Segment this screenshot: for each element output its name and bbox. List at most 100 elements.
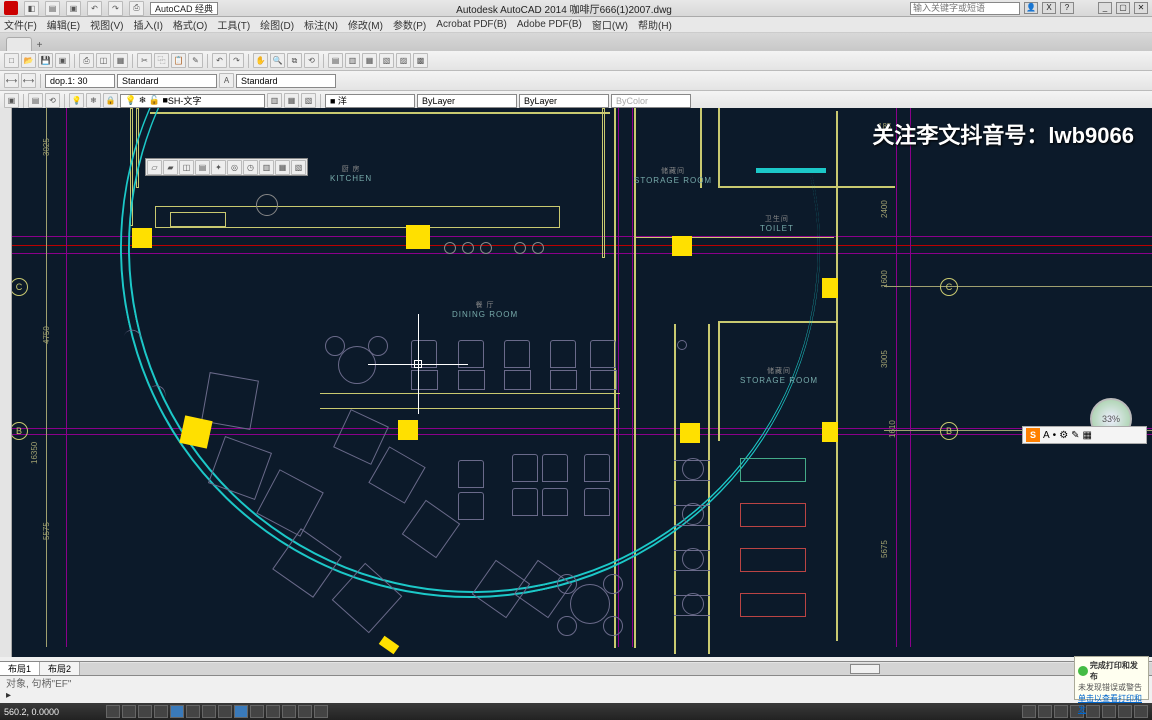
- file-tab-active[interactable]: [6, 37, 32, 51]
- menu-insert[interactable]: 插入(I): [133, 17, 162, 32]
- zoom-rt-icon[interactable]: 🔍: [270, 53, 285, 68]
- anno-toggle[interactable]: [1054, 705, 1068, 718]
- maximize-button[interactable]: ▢: [1116, 2, 1130, 14]
- menu-adobe[interactable]: Adobe PDF(B): [517, 19, 582, 30]
- qcalc-icon[interactable]: ▩: [413, 53, 428, 68]
- ime-btn[interactable]: ▦: [1083, 430, 1092, 441]
- qat-open-icon[interactable]: ▤: [45, 1, 60, 16]
- menu-acrobat[interactable]: Acrobat PDF(B): [436, 19, 507, 30]
- 3dosnap-toggle[interactable]: [186, 705, 200, 718]
- layer-un-icon[interactable]: ▧: [301, 93, 316, 108]
- dyn-toggle[interactable]: [234, 705, 248, 718]
- minimize-button[interactable]: _: [1098, 2, 1112, 14]
- menu-tools[interactable]: 工具(T): [217, 17, 250, 32]
- layer-o3-icon[interactable]: 🔒: [103, 93, 118, 108]
- qat-redo-icon[interactable]: ↷: [108, 1, 123, 16]
- am-toggle[interactable]: [314, 705, 328, 718]
- h-scrollbar[interactable]: [80, 663, 1152, 675]
- signin-icon[interactable]: 👤: [1024, 2, 1038, 14]
- id-icon[interactable]: ✦: [211, 160, 226, 175]
- lwt-toggle[interactable]: [250, 705, 264, 718]
- exchange-icon[interactable]: X: [1042, 2, 1056, 14]
- setvar-icon[interactable]: ▦: [275, 160, 290, 175]
- new-icon[interactable]: □: [4, 53, 19, 68]
- layout-tab[interactable]: 布局2: [40, 662, 80, 675]
- ssm-icon[interactable]: ▧: [379, 53, 394, 68]
- layer-iso-icon[interactable]: ▦: [284, 93, 299, 108]
- acrobat-icon[interactable]: ▣: [4, 93, 19, 108]
- menu-draw[interactable]: 绘图(D): [260, 17, 294, 32]
- command-prompt[interactable]: ▸: [6, 690, 1146, 701]
- saveas-icon[interactable]: ▣: [55, 53, 70, 68]
- publish-icon[interactable]: ▦: [113, 53, 128, 68]
- command-line[interactable]: 对象, 句柄"EF" ▸: [0, 675, 1152, 703]
- help-search-input[interactable]: [910, 2, 1020, 15]
- save-icon[interactable]: 💾: [38, 53, 53, 68]
- menu-view[interactable]: 视图(V): [90, 17, 123, 32]
- menu-modify[interactable]: 修改(M): [348, 17, 383, 32]
- menu-window[interactable]: 窗口(W): [592, 17, 628, 32]
- dim-1-icon[interactable]: ⟷: [4, 73, 19, 88]
- layout-tab[interactable]: 布局1: [0, 662, 40, 675]
- drawing-canvas[interactable]: 厨 房KITCHEN 储藏间STORAGE ROOM 卫生间TOILET 餐 厅…: [0, 108, 1152, 657]
- plot-icon[interactable]: ⎙: [79, 53, 94, 68]
- menu-help[interactable]: 帮助(H): [638, 17, 672, 32]
- plot-notification[interactable]: 完成打印和发布 未发现错误或警告 单击以查看打印和发: [1074, 656, 1149, 700]
- qat-print-icon[interactable]: ⎙: [129, 1, 144, 16]
- ime-btn[interactable]: •: [1053, 430, 1057, 441]
- ducs-toggle[interactable]: [218, 705, 232, 718]
- notif-link[interactable]: 单击以查看打印和发: [1078, 693, 1145, 715]
- dist-icon[interactable]: ▱: [147, 160, 162, 175]
- layer-combo[interactable]: 💡 ❄ 🔓 ■ SH-文字: [120, 94, 265, 108]
- dop-combo[interactable]: dop.1: 30: [45, 74, 115, 88]
- text-style-combo[interactable]: Standard: [117, 74, 217, 88]
- list-icon[interactable]: ▤: [195, 160, 210, 175]
- open-icon[interactable]: 📂: [21, 53, 36, 68]
- pan-icon[interactable]: ✋: [253, 53, 268, 68]
- ime-mode[interactable]: A: [1043, 430, 1050, 441]
- layer-o2-icon[interactable]: ❄: [86, 93, 101, 108]
- sc-toggle[interactable]: [298, 705, 312, 718]
- otrack-toggle[interactable]: [202, 705, 216, 718]
- lineweight-combo[interactable]: ByLayer: [519, 94, 609, 108]
- mass-icon[interactable]: ▧: [291, 160, 306, 175]
- match-icon[interactable]: ✎: [188, 53, 203, 68]
- scale-toggle[interactable]: [1038, 705, 1052, 718]
- redo-icon[interactable]: ↷: [229, 53, 244, 68]
- snap-toggle[interactable]: [106, 705, 120, 718]
- menu-param[interactable]: 参数(P): [393, 17, 426, 32]
- tpy-toggle[interactable]: [266, 705, 280, 718]
- linetype-combo[interactable]: ByLayer: [417, 94, 517, 108]
- copy-icon[interactable]: ⿻: [154, 53, 169, 68]
- time-icon[interactable]: ◷: [243, 160, 258, 175]
- cut-icon[interactable]: ✂: [137, 53, 152, 68]
- grid-toggle[interactable]: [122, 705, 136, 718]
- left-toolbar[interactable]: [0, 108, 12, 657]
- zoom-prev-icon[interactable]: ⟲: [304, 53, 319, 68]
- inquiry-toolbar[interactable]: ▱ ▰ ◫ ▤ ✦ ◎ ◷ ▥ ▦ ▧: [145, 158, 308, 176]
- layer-mgr-icon[interactable]: ▤: [28, 93, 43, 108]
- dc-icon[interactable]: ▥: [345, 53, 360, 68]
- dim-style-combo[interactable]: Standard: [236, 74, 336, 88]
- ime-toolbar[interactable]: S A • ⚙ ✎ ▦: [1022, 426, 1147, 444]
- help-icon[interactable]: ?: [1060, 2, 1074, 14]
- area-icon[interactable]: ▰: [163, 160, 178, 175]
- ime-btn[interactable]: ✎: [1071, 430, 1079, 441]
- menu-file[interactable]: 文件(F): [4, 17, 37, 32]
- layer-o1-icon[interactable]: 💡: [69, 93, 84, 108]
- close-button[interactable]: ✕: [1134, 2, 1148, 14]
- new-tab-button[interactable]: +: [32, 40, 48, 51]
- undo-icon[interactable]: ↶: [212, 53, 227, 68]
- qat-save-icon[interactable]: ▣: [66, 1, 81, 16]
- workspace-dropdown[interactable]: AutoCAD 经典: [150, 2, 218, 15]
- qat-new-icon[interactable]: ◧: [24, 1, 39, 16]
- prop-icon[interactable]: ▤: [328, 53, 343, 68]
- model-paper-toggle[interactable]: [1022, 705, 1036, 718]
- dim-2-icon[interactable]: ⟷: [21, 73, 36, 88]
- markup-icon[interactable]: ▨: [396, 53, 411, 68]
- tstyle-icon[interactable]: A: [219, 73, 234, 88]
- scrollbar-thumb[interactable]: [850, 664, 880, 674]
- status-icon[interactable]: ▥: [259, 160, 274, 175]
- ime-btn[interactable]: ⚙: [1059, 430, 1068, 441]
- color-combo[interactable]: ■ 洋: [325, 94, 415, 108]
